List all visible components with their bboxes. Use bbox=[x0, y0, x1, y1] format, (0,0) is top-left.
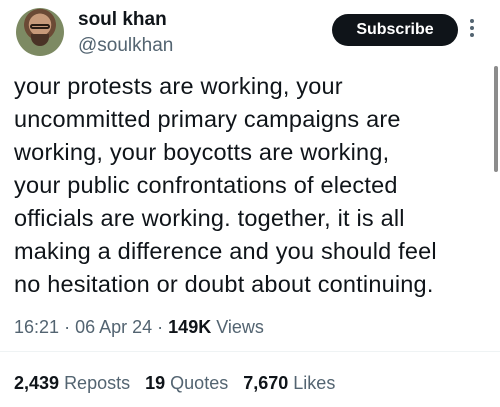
tweet-date[interactable]: 06 Apr 24 bbox=[75, 317, 152, 337]
meta-separator: · bbox=[64, 317, 71, 337]
likes-count: 7,670 bbox=[243, 373, 289, 393]
author-handle[interactable]: @soulkhan bbox=[78, 34, 173, 58]
avatar[interactable] bbox=[16, 8, 64, 56]
author-name[interactable]: soul khan bbox=[78, 8, 167, 32]
reposts-stat[interactable]: 2,439 Reposts bbox=[14, 373, 135, 393]
tweet-time[interactable]: 16:21 bbox=[14, 317, 59, 337]
meta-separator: · bbox=[157, 317, 164, 337]
likes-stat[interactable]: 7,670 Likes bbox=[243, 373, 335, 393]
quotes-label: Quotes bbox=[170, 373, 229, 393]
reposts-label: Reposts bbox=[64, 373, 131, 393]
more-vertical-icon[interactable] bbox=[466, 14, 478, 42]
engagement-stats: 2,439 Reposts 19 Quotes 7,670 Likes bbox=[14, 370, 345, 396]
quotes-stat[interactable]: 19 Quotes bbox=[145, 373, 233, 393]
scrollbar[interactable] bbox=[494, 66, 498, 172]
divider bbox=[0, 351, 500, 352]
tweet-text: your protests are working, your uncommit… bbox=[14, 73, 437, 297]
quotes-count: 19 bbox=[145, 373, 166, 393]
views-label: Views bbox=[216, 317, 264, 337]
avatar-beard bbox=[31, 34, 49, 46]
avatar-glasses bbox=[30, 24, 50, 29]
subscribe-button[interactable]: Subscribe bbox=[332, 14, 458, 46]
likes-label: Likes bbox=[293, 373, 336, 393]
reposts-count: 2,439 bbox=[14, 373, 60, 393]
views-count: 149K bbox=[168, 317, 212, 337]
tweet-meta: 16:21 · 06 Apr 24 · 149K Views bbox=[14, 314, 264, 340]
